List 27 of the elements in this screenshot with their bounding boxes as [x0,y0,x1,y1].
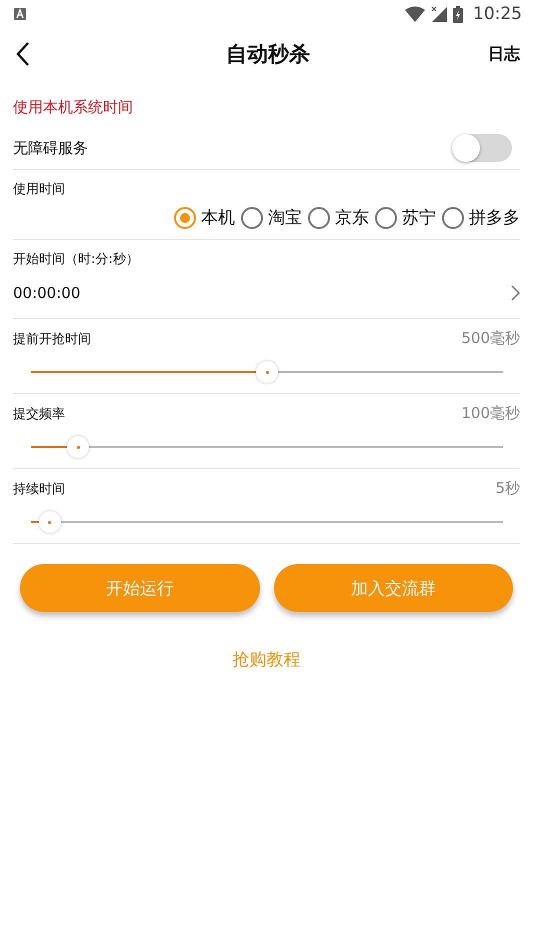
page-title: 自动秒杀 [226,41,310,68]
setting-label: 使用时间 [13,181,66,198]
radio-option[interactable]: 淘宝 [241,206,302,229]
wifi-icon [405,6,425,22]
back-button[interactable] [16,41,30,67]
log-button[interactable]: 日志 [488,44,520,64]
status-time: 10:25 [473,4,522,24]
slider-value: 100毫秒 [461,404,520,423]
notification-icon [14,8,26,20]
setting-label: 无障碍服务 [13,138,88,158]
toggle-switch[interactable] [452,134,512,162]
slider-value: 5秒 [495,479,520,498]
setting-label: 持续时间 [13,480,65,498]
slider-value: 500毫秒 [461,329,520,348]
radio-option[interactable]: 京东 [308,206,369,229]
signal-icon [431,6,447,22]
setting-label: 提前开抢时间 [13,330,91,348]
notice-text: 使用本机系统时间 [13,98,134,117]
chevron-right-icon [511,285,520,301]
radio-option[interactable]: 苏宁 [375,206,436,229]
setting-label: 提交频率 [13,406,65,422]
back-icon [16,41,30,67]
setting-label: 开始时间（时:分:秒） [13,251,140,268]
battery-icon [453,6,463,22]
radio-option[interactable]: 本机 [174,206,235,229]
radio-option[interactable]: 拼多多 [442,206,520,229]
time-picker[interactable]: 00:00:00 [13,268,520,318]
